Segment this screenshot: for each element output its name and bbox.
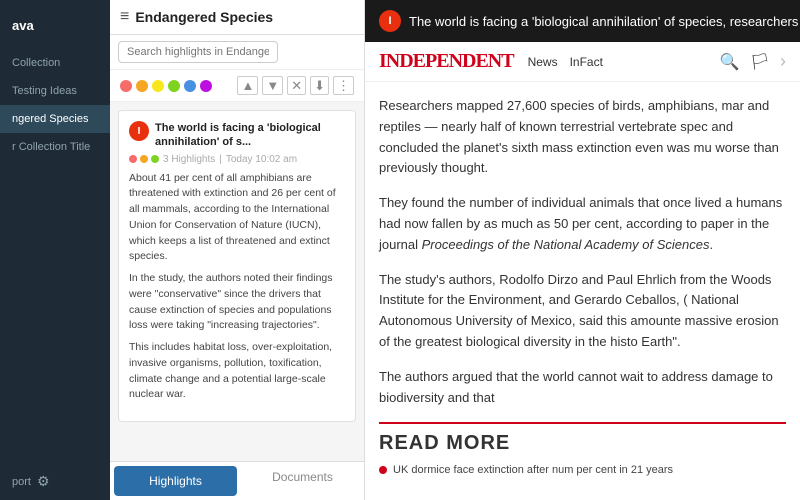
middle-header: ≡ Endangered Species — [110, 0, 364, 35]
toolbar-icons: ▲ ▼ ✕ ⬇ ⋮ — [237, 76, 354, 95]
sidebar-item-collection-title[interactable]: r Collection Title — [0, 133, 110, 161]
article-card[interactable]: I The world is facing a 'biological anni… — [118, 110, 356, 422]
search-icon[interactable]: 🔍 — [720, 52, 740, 72]
h-dot-0 — [129, 155, 137, 163]
flag-icon[interactable]: 🏳 — [750, 52, 770, 72]
sidebar-item-collection[interactable]: Collection — [0, 49, 110, 77]
banner-title: The world is facing a 'biological annihi… — [409, 14, 800, 29]
search-input[interactable] — [118, 41, 278, 63]
middle-panel: ≡ Endangered Species ▲ ▼ ✕ ⬇ ⋮ I The wor… — [110, 0, 365, 500]
more-icon[interactable]: ⋮ — [333, 76, 354, 95]
read-more-bullet — [379, 466, 387, 474]
highlights-count: 3 Highlights — [163, 154, 215, 165]
article-para-2: This includes habitat loss, over-exploit… — [129, 340, 345, 403]
article-time: Today 10:02 am — [226, 154, 297, 165]
color-dot-purple[interactable] — [200, 80, 212, 92]
article-card-header: I The world is facing a 'biological anni… — [129, 121, 345, 150]
banner-source-icon: I — [379, 10, 401, 32]
color-dot-blue[interactable] — [184, 80, 196, 92]
hamburger-icon[interactable]: ≡ — [120, 8, 129, 26]
nav-news[interactable]: News — [528, 55, 558, 69]
arrow-up-icon[interactable]: ▲ — [237, 76, 258, 95]
article-banner: I The world is facing a 'biological anni… — [365, 0, 800, 42]
newspaper-header: INDEPENDENT News InFact 🔍 🏳 › — [365, 42, 800, 82]
color-dot-green[interactable] — [168, 80, 180, 92]
color-dot-yellow[interactable] — [152, 80, 164, 92]
article-viewer-para-3: The authors argued that the world cannot… — [379, 367, 786, 409]
arrow-down-icon[interactable]: ▼ — [262, 76, 283, 95]
color-dot-red[interactable] — [120, 80, 132, 92]
newspaper-logo: INDEPENDENT — [379, 50, 514, 73]
highlight-color-dots — [129, 155, 159, 163]
article-date: | — [219, 154, 222, 165]
article-para-0: About 41 per cent of all amphibians are … — [129, 171, 345, 266]
article-content: Researchers mapped 27,600 species of bir… — [365, 82, 800, 500]
h-dot-1 — [140, 155, 148, 163]
color-dot-orange[interactable] — [136, 80, 148, 92]
tab-documents[interactable]: Documents — [241, 462, 364, 500]
newspaper-nav-icons: 🔍 🏳 › — [720, 51, 786, 72]
tab-highlights[interactable]: Highlights — [114, 466, 237, 496]
bottom-tabs: Highlights Documents — [110, 461, 364, 500]
article-meta: 3 Highlights | Today 10:02 am — [129, 154, 345, 165]
sidebar-bottom: port ⚙ — [0, 463, 110, 500]
nav-infact[interactable]: InFact — [570, 55, 603, 69]
article-body: About 41 per cent of all amphibians are … — [129, 171, 345, 404]
read-more-text: UK dormice face extinction after num per… — [393, 463, 673, 478]
middle-panel-title: Endangered Species — [135, 9, 354, 25]
article-viewer-para-0: Researchers mapped 27,600 species of bir… — [379, 96, 786, 179]
download-icon[interactable]: ⬇ — [310, 76, 329, 95]
article-viewer: I The world is facing a 'biological anni… — [365, 0, 800, 500]
read-more-section: READ MORE UK dormice face extinction aft… — [379, 422, 786, 478]
app-logo: ava — [0, 10, 110, 41]
read-more-item[interactable]: UK dormice face extinction after num per… — [379, 463, 786, 478]
read-more-label: READ MORE — [379, 432, 786, 455]
export-label: port — [12, 476, 31, 488]
article-viewer-para-2: The study's authors, Rodolfo Dirzo and P… — [379, 270, 786, 353]
sidebar: ava Collection Testing Ideas ngered Spec… — [0, 0, 110, 500]
gear-icon[interactable]: ⚙ — [37, 473, 50, 490]
article-viewer-para-1: They found the number of individual anim… — [379, 193, 786, 255]
newspaper-nav: News InFact — [528, 55, 603, 69]
close-icon[interactable]: ✕ — [287, 76, 306, 95]
color-filter-bar: ▲ ▼ ✕ ⬇ ⋮ — [110, 70, 364, 102]
article-source-icon: I — [129, 121, 149, 141]
article-para-1: In the study, the authors noted their fi… — [129, 271, 345, 334]
scroll-right-icon[interactable]: › — [780, 51, 786, 72]
h-dot-2 — [151, 155, 159, 163]
sidebar-item-testing[interactable]: Testing Ideas — [0, 77, 110, 105]
sidebar-item-endangered[interactable]: ngered Species — [0, 105, 110, 133]
article-card-title: The world is facing a 'biological annihi… — [155, 121, 345, 150]
